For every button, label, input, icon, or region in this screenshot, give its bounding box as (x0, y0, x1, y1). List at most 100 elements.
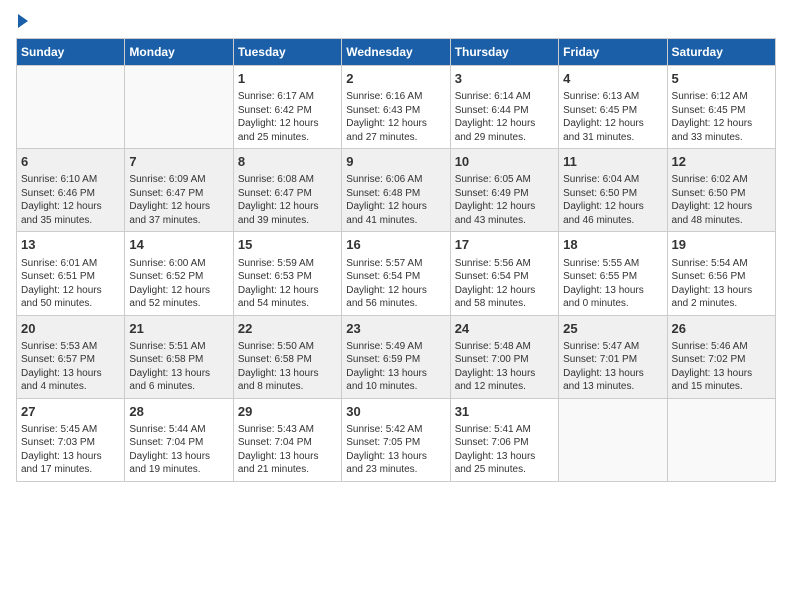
calendar-cell: 14 Sunrise: 6:00 AM Sunset: 6:52 PM Dayli… (125, 232, 233, 315)
weekday-header-row: SundayMondayTuesdayWednesdayThursdayFrid… (17, 39, 776, 66)
calendar-cell: 16 Sunrise: 5:57 AM Sunset: 6:54 PM Dayli… (342, 232, 450, 315)
calendar-week-row: 20Sunrise: 5:53 AM Sunset: 6:57 PM Dayli… (17, 315, 776, 398)
day-number: 28 (129, 403, 228, 421)
day-info: Sunrise: 6:12 AM Sunset: 6:45 PM Dayligh… (672, 90, 771, 144)
day-number: 16 (346, 236, 445, 254)
day-number: 21 (129, 320, 228, 338)
calendar-cell: 11 Sunrise: 6:04 AM Sunset: 6:50 PM Dayli… (559, 149, 667, 232)
calendar-cell: 7Sunrise: 6:09 AM Sunset: 6:47 PM Daylig… (125, 149, 233, 232)
day-info: Sunrise: 6:06 AM Sunset: 6:48 PM Dayligh… (346, 173, 445, 227)
calendar-cell: 6 Sunrise: 6:10 AM Sunset: 6:46 PM Daylig… (17, 149, 125, 232)
calendar-cell: 21 Sunrise: 5:51 AM Sunset: 6:58 PM Dayli… (125, 315, 233, 398)
day-info: Sunrise: 6:16 AM Sunset: 6:43 PM Dayligh… (346, 90, 445, 144)
calendar-header: SundayMondayTuesdayWednesdayThursdayFrid… (17, 39, 776, 66)
day-info: Sunrise: 5:51 AM Sunset: 6:58 PM Dayligh… (129, 340, 228, 394)
day-info: Sunrise: 6:01 AM Sunset: 6:51 PM Dayligh… (21, 257, 120, 311)
day-info: Sunrise: 5:59 AM Sunset: 6:53 PM Dayligh… (238, 257, 337, 311)
day-number: 8 (238, 153, 337, 171)
weekday-header-tuesday: Tuesday (233, 39, 341, 66)
calendar-cell: 10Sunrise: 6:05 AM Sunset: 6:49 PM Dayli… (450, 149, 558, 232)
calendar-cell: 2 Sunrise: 6:16 AM Sunset: 6:43 PM Daylig… (342, 66, 450, 149)
day-info: Sunrise: 5:55 AM Sunset: 6:55 PM Dayligh… (563, 257, 662, 311)
day-number: 17 (455, 236, 554, 254)
weekday-header-sunday: Sunday (17, 39, 125, 66)
calendar-cell: 1 Sunrise: 6:17 AM Sunset: 6:42 PM Daylig… (233, 66, 341, 149)
day-info: Sunrise: 6:09 AM Sunset: 6:47 PM Dayligh… (129, 173, 228, 227)
calendar-cell: 9 Sunrise: 6:06 AM Sunset: 6:48 PM Daylig… (342, 149, 450, 232)
weekday-header-thursday: Thursday (450, 39, 558, 66)
day-info: Sunrise: 5:42 AM Sunset: 7:05 PM Dayligh… (346, 423, 445, 477)
day-info: Sunrise: 6:14 AM Sunset: 6:44 PM Dayligh… (455, 90, 554, 144)
calendar-week-row: 1 Sunrise: 6:17 AM Sunset: 6:42 PM Daylig… (17, 66, 776, 149)
day-number: 14 (129, 236, 228, 254)
day-number: 2 (346, 70, 445, 88)
calendar-cell: 24Sunrise: 5:48 AM Sunset: 7:00 PM Dayli… (450, 315, 558, 398)
day-info: Sunrise: 5:48 AM Sunset: 7:00 PM Dayligh… (455, 340, 554, 394)
calendar-cell: 15 Sunrise: 5:59 AM Sunset: 6:53 PM Dayli… (233, 232, 341, 315)
day-number: 6 (21, 153, 120, 171)
day-number: 4 (563, 70, 662, 88)
calendar-cell: 22Sunrise: 5:50 AM Sunset: 6:58 PM Dayli… (233, 315, 341, 398)
calendar-cell: 23Sunrise: 5:49 AM Sunset: 6:59 PM Dayli… (342, 315, 450, 398)
day-number: 26 (672, 320, 771, 338)
calendar-cell: 8 Sunrise: 6:08 AM Sunset: 6:47 PM Daylig… (233, 149, 341, 232)
calendar-week-row: 27 Sunrise: 5:45 AM Sunset: 7:03 PM Dayli… (17, 398, 776, 481)
day-info: Sunrise: 6:17 AM Sunset: 6:42 PM Dayligh… (238, 90, 337, 144)
calendar-cell: 5 Sunrise: 6:12 AM Sunset: 6:45 PM Daylig… (667, 66, 775, 149)
calendar-cell: 19Sunrise: 5:54 AM Sunset: 6:56 PM Dayli… (667, 232, 775, 315)
day-number: 3 (455, 70, 554, 88)
day-info: Sunrise: 5:56 AM Sunset: 6:54 PM Dayligh… (455, 257, 554, 311)
calendar-week-row: 6 Sunrise: 6:10 AM Sunset: 6:46 PM Daylig… (17, 149, 776, 232)
day-info: Sunrise: 5:57 AM Sunset: 6:54 PM Dayligh… (346, 257, 445, 311)
calendar-cell: 25Sunrise: 5:47 AM Sunset: 7:01 PM Dayli… (559, 315, 667, 398)
day-number: 13 (21, 236, 120, 254)
calendar-cell: 12Sunrise: 6:02 AM Sunset: 6:50 PM Dayli… (667, 149, 775, 232)
day-number: 31 (455, 403, 554, 421)
calendar-cell: 13 Sunrise: 6:01 AM Sunset: 6:51 PM Dayli… (17, 232, 125, 315)
day-info: Sunrise: 5:54 AM Sunset: 6:56 PM Dayligh… (672, 257, 771, 311)
day-number: 5 (672, 70, 771, 88)
day-number: 25 (563, 320, 662, 338)
calendar-cell (667, 398, 775, 481)
weekday-header-wednesday: Wednesday (342, 39, 450, 66)
day-info: Sunrise: 5:46 AM Sunset: 7:02 PM Dayligh… (672, 340, 771, 394)
day-info: Sunrise: 6:04 AM Sunset: 6:50 PM Dayligh… (563, 173, 662, 227)
day-info: Sunrise: 5:53 AM Sunset: 6:57 PM Dayligh… (21, 340, 120, 394)
day-number: 30 (346, 403, 445, 421)
calendar-cell: 31 Sunrise: 5:41 AM Sunset: 7:06 PM Dayli… (450, 398, 558, 481)
calendar-cell: 29Sunrise: 5:43 AM Sunset: 7:04 PM Dayli… (233, 398, 341, 481)
day-info: Sunrise: 5:41 AM Sunset: 7:06 PM Dayligh… (455, 423, 554, 477)
calendar-table: SundayMondayTuesdayWednesdayThursdayFrid… (16, 38, 776, 482)
day-number: 29 (238, 403, 337, 421)
logo-arrow-icon (18, 14, 28, 28)
day-info: Sunrise: 6:08 AM Sunset: 6:47 PM Dayligh… (238, 173, 337, 227)
calendar-body: 1 Sunrise: 6:17 AM Sunset: 6:42 PM Daylig… (17, 66, 776, 482)
calendar-cell: 28Sunrise: 5:44 AM Sunset: 7:04 PM Dayli… (125, 398, 233, 481)
day-info: Sunrise: 6:10 AM Sunset: 6:46 PM Dayligh… (21, 173, 120, 227)
calendar-cell: 26 Sunrise: 5:46 AM Sunset: 7:02 PM Dayli… (667, 315, 775, 398)
calendar-cell (559, 398, 667, 481)
calendar-cell: 27 Sunrise: 5:45 AM Sunset: 7:03 PM Dayli… (17, 398, 125, 481)
day-number: 22 (238, 320, 337, 338)
calendar-cell: 20Sunrise: 5:53 AM Sunset: 6:57 PM Dayli… (17, 315, 125, 398)
weekday-header-saturday: Saturday (667, 39, 775, 66)
logo (16, 16, 28, 28)
day-info: Sunrise: 5:45 AM Sunset: 7:03 PM Dayligh… (21, 423, 120, 477)
day-info: Sunrise: 6:00 AM Sunset: 6:52 PM Dayligh… (129, 257, 228, 311)
calendar-cell: 17 Sunrise: 5:56 AM Sunset: 6:54 PM Dayli… (450, 232, 558, 315)
calendar-cell: 3 Sunrise: 6:14 AM Sunset: 6:44 PM Daylig… (450, 66, 558, 149)
day-number: 27 (21, 403, 120, 421)
day-number: 10 (455, 153, 554, 171)
day-number: 11 (563, 153, 662, 171)
day-number: 15 (238, 236, 337, 254)
page-header (16, 16, 776, 28)
day-number: 23 (346, 320, 445, 338)
calendar-cell: 4 Sunrise: 6:13 AM Sunset: 6:45 PM Daylig… (559, 66, 667, 149)
day-number: 1 (238, 70, 337, 88)
calendar-cell (17, 66, 125, 149)
weekday-header-monday: Monday (125, 39, 233, 66)
calendar-week-row: 13 Sunrise: 6:01 AM Sunset: 6:51 PM Dayli… (17, 232, 776, 315)
day-info: Sunrise: 6:13 AM Sunset: 6:45 PM Dayligh… (563, 90, 662, 144)
day-number: 9 (346, 153, 445, 171)
calendar-cell (125, 66, 233, 149)
